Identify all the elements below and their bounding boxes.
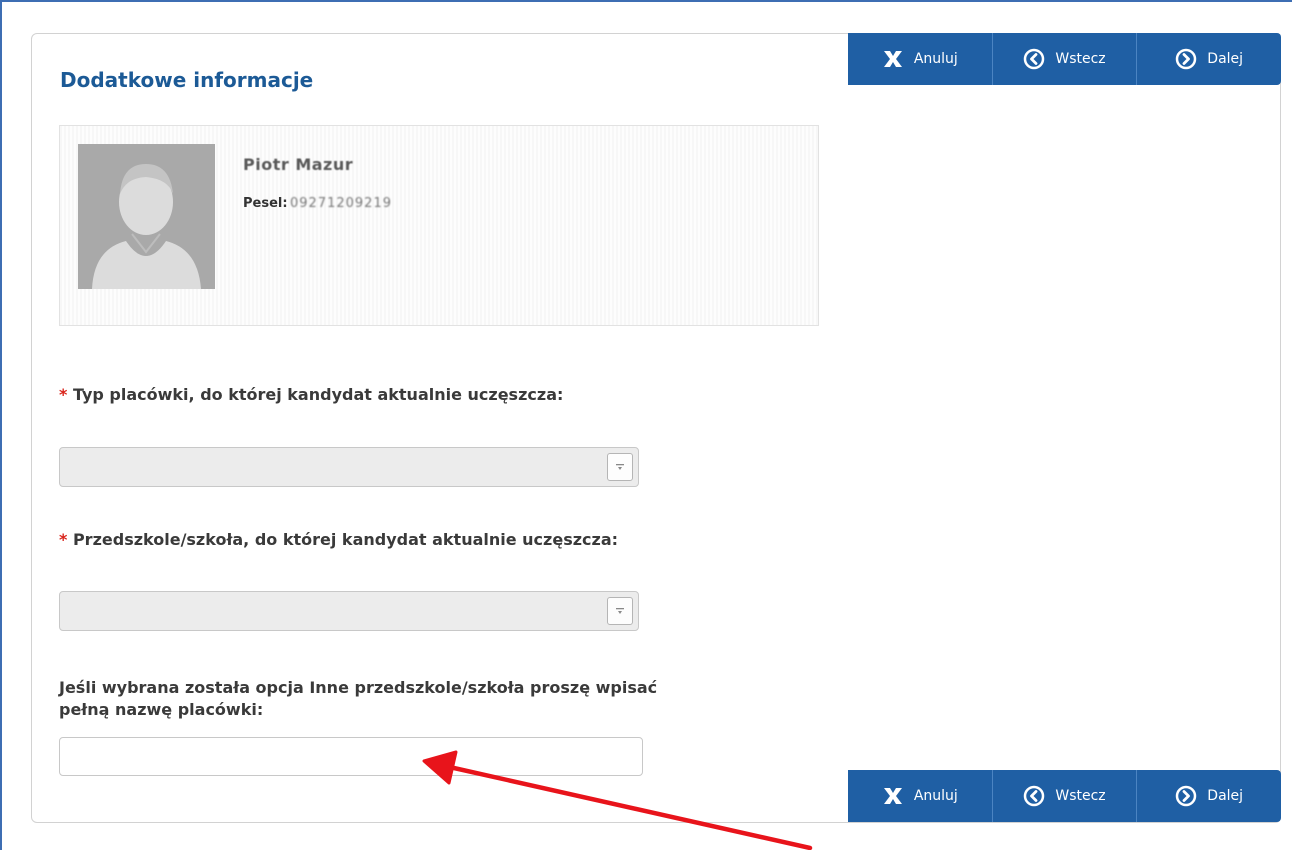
other-school-label: Jeśli wybrana została opcja Inne przedsz… <box>59 678 658 719</box>
cancel-button-label: Anuluj <box>913 51 958 67</box>
next-button[interactable]: Dalej <box>1136 770 1281 822</box>
next-button[interactable]: Dalej <box>1136 33 1281 85</box>
circle-chevron-left-icon <box>1023 48 1045 70</box>
pesel-value: 09271209219 <box>290 196 392 211</box>
school-select[interactable] <box>59 591 639 631</box>
dropdown-arrow-icon <box>615 602 625 621</box>
school-label-text: Przedszkole/szkoła, do której kandydat a… <box>72 530 619 549</box>
toolbar-top: Anuluj Wstecz Dalej <box>848 33 1281 85</box>
required-marker: * <box>59 530 68 549</box>
window-frame-left <box>0 0 2 850</box>
toolbar-bottom: Anuluj Wstecz Dalej <box>848 770 1281 822</box>
school-type-select[interactable] <box>59 447 639 487</box>
next-button-label: Dalej <box>1207 51 1244 67</box>
other-school-input[interactable] <box>59 737 643 776</box>
next-button-label: Dalej <box>1207 788 1244 804</box>
x-icon <box>882 50 904 68</box>
dropdown-arrow-icon <box>615 458 625 477</box>
page-title: Dodatkowe informacje <box>60 68 314 92</box>
pesel-label: Pesel: <box>243 196 288 211</box>
x-icon <box>882 787 904 805</box>
candidate-name: Piotr Mazur <box>243 155 354 174</box>
back-button[interactable]: Wstecz <box>991 770 1137 822</box>
school-label: * Przedszkole/szkoła, do której kandydat… <box>59 529 659 551</box>
cancel-button-label: Anuluj <box>913 788 958 804</box>
back-button-label: Wstecz <box>1055 51 1106 67</box>
school-type-label-text: Typ placówki, do której kandydat aktualn… <box>72 385 564 404</box>
window-frame-top <box>0 0 1292 2</box>
cancel-button[interactable]: Anuluj <box>848 33 992 85</box>
school-dropdown-button[interactable] <box>607 597 633 625</box>
school-type-label: * Typ placówki, do której kandydat aktua… <box>59 384 659 406</box>
avatar <box>78 144 215 289</box>
required-marker: * <box>59 385 68 404</box>
back-button[interactable]: Wstecz <box>991 33 1137 85</box>
cancel-button[interactable]: Anuluj <box>848 770 992 822</box>
school-type-dropdown-button[interactable] <box>607 453 633 481</box>
back-button-label: Wstecz <box>1055 788 1106 804</box>
circle-chevron-left-icon <box>1023 785 1045 807</box>
circle-chevron-right-icon <box>1175 48 1197 70</box>
circle-chevron-right-icon <box>1175 785 1197 807</box>
